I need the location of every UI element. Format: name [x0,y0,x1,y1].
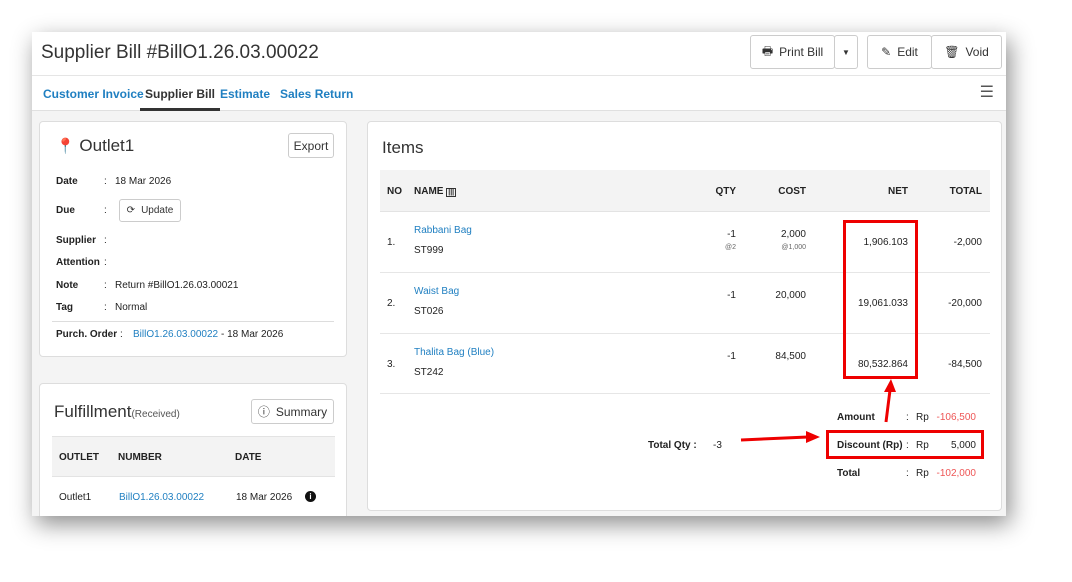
tab-supplier-bill[interactable]: Supplier Bill [140,87,221,111]
supplier-label: Supplier [56,235,97,246]
due-label: Due [56,205,75,216]
edit-icon: ✎ [881,45,892,59]
date-value: 18 Mar 2026 [115,176,172,187]
fulfillment-table-header: OUTLET NUMBER DATE [52,436,335,477]
supplier-bill-window: Supplier Bill #BillO1.26.03.00022 🖶 Print… [32,32,1006,516]
purch-order-date: - 18 Mar 2026 [221,329,284,340]
bill-info-card: 📍 Outlet1 Export Date:18 Mar 2026 Due: ⟳… [39,121,347,357]
caret-down-icon: ▼ [842,47,850,57]
tag-label: Tag [56,302,74,313]
printer-icon: 🖶 [761,43,774,58]
fulfillment-outlet: Outlet1 [59,492,92,503]
tab-sales-return[interactable]: Sales Return [280,87,353,101]
outlet-name: Outlet1 [79,136,135,155]
tab-bar: Customer Invoice Supplier Bill Estimate … [32,76,1006,111]
fulfillment-card: Fulfillment(Received) ⓘ Summary OUTLET NU… [39,383,347,516]
note-label: Note [56,280,79,291]
print-options-dropdown[interactable]: ▼ [834,35,858,69]
tab-customer-invoice[interactable]: Customer Invoice [43,87,144,101]
edit-button[interactable]: ✎ Edit [867,35,932,69]
help-circle-icon: ⓘ [257,405,270,419]
col-outlet: OUTLET [59,452,99,463]
update-due-button[interactable]: ⟳ Update [119,199,181,222]
print-bill-button[interactable]: 🖶 Print Bill [750,35,835,69]
info-icon[interactable]: i [305,491,316,502]
purch-order-label: Purch. Order [56,329,118,340]
date-label: Date [56,176,78,187]
annotation-arrows [740,379,896,443]
page-title: Supplier Bill #BillO1.26.03.00022 [41,42,319,63]
tab-estimate[interactable]: Estimate [220,87,270,101]
refresh-icon: ⟳ [126,205,136,216]
void-button[interactable]: 🗑 Void [931,35,1002,69]
fulfillment-status: (Received) [131,409,180,420]
export-button[interactable]: Export [288,133,334,158]
fulfillment-number-link[interactable]: BillO1.26.03.00022 [119,492,204,503]
purch-order-link[interactable]: BillO1.26.03.00022 [133,329,218,340]
tag-value: Normal [115,302,148,313]
divider [52,321,334,322]
page-header: Supplier Bill #BillO1.26.03.00022 🖶 Print… [32,32,1006,76]
attention-label: Attention [56,257,100,268]
col-date: DATE [235,452,262,463]
fulfillment-title: Fulfillment [54,402,132,421]
location-pin-icon: 📍 [56,138,75,155]
fulfillment-date: 18 Mar 2026 [236,492,293,503]
col-number: NUMBER [118,452,162,463]
trash-icon: 🗑 [944,45,960,59]
menu-icon[interactable]: ☰ [980,82,994,102]
items-card: Items NO NAME ||| QTY COST NET TOTAL 1. … [367,121,1002,511]
note-value: Return #BillO1.26.03.00021 [115,280,239,291]
summary-button[interactable]: ⓘ Summary [251,399,334,424]
